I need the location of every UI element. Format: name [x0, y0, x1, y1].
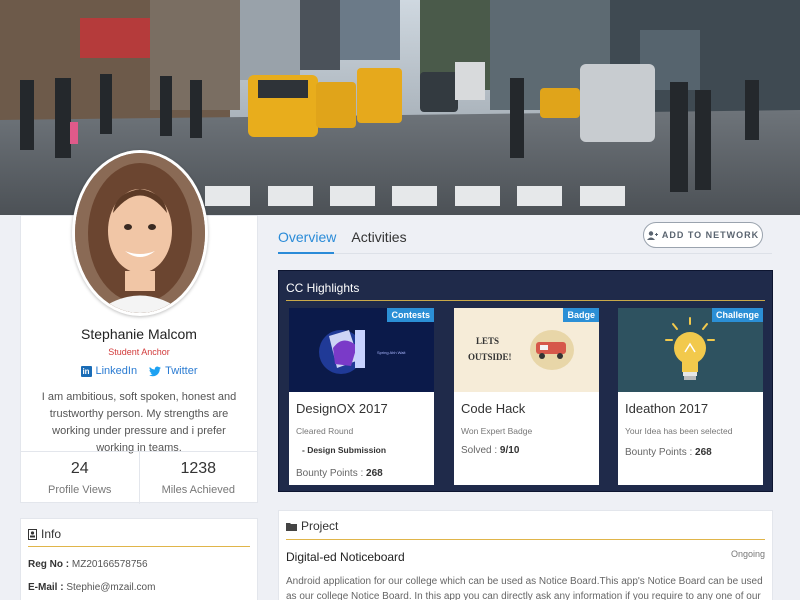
profile-role: Student Anchor — [108, 347, 170, 357]
stat-profile-views: 24 Profile Views — [21, 452, 139, 504]
highlight-name: Code Hack — [461, 401, 526, 416]
profile-bio: I am ambitious, soft spoken, honest and … — [41, 391, 237, 454]
email-row: E-Mail : Stephie@mzail.com — [28, 582, 250, 593]
stat-label: Profile Views — [48, 484, 112, 496]
add-to-network-button[interactable]: ADD TO NETWORK — [643, 222, 763, 248]
stat-label: Miles Achieved — [161, 484, 235, 496]
project-title-text: Project — [301, 519, 339, 533]
highlight-score: Bounty Points : 268 — [296, 468, 383, 479]
contest-thumbnail: Spring Ahh Wait Contests — [289, 308, 434, 392]
id-card-icon — [28, 528, 37, 540]
score-value: 9/10 — [499, 445, 520, 456]
svg-text:OUTSIDE!: OUTSIDE! — [468, 352, 512, 362]
badge-thumbnail: LETS OUTSIDE! Badge — [454, 308, 599, 392]
twitter-icon — [149, 365, 162, 376]
twitter-link[interactable]: Twitter — [149, 365, 198, 377]
linkedin-link[interactable]: in LinkedIn — [80, 365, 138, 377]
highlight-card-badge[interactable]: LETS OUTSIDE! Badge Code Hack Won Expert… — [454, 308, 599, 485]
stat-value: 24 — [70, 460, 89, 477]
project-description: Android application for our college whic… — [286, 576, 763, 600]
highlight-name: Ideathon 2017 — [625, 401, 709, 416]
score-label: Bounty Points : — [625, 447, 693, 458]
twitter-label: Twitter — [165, 365, 198, 377]
avatar — [72, 150, 208, 316]
info-title-text: Info — [41, 527, 62, 541]
score-value: 268 — [695, 447, 712, 458]
folder-icon — [286, 522, 297, 531]
profile-tabs: Overview Activities — [278, 229, 407, 249]
profile-stats: 24 Profile Views 1238 Miles Achieved — [21, 451, 257, 504]
linkedin-icon: in — [80, 365, 92, 377]
contests-badge: Contests — [387, 308, 434, 322]
highlight-card-contest[interactable]: Spring Ahh Wait Contests DesignOX 2017 C… — [289, 308, 434, 485]
tab-overview[interactable]: Overview — [278, 229, 336, 249]
highlight-score: Bounty Points : 268 — [625, 447, 712, 458]
highlight-name: DesignOX 2017 — [296, 401, 388, 416]
reg-no-label: Reg No : — [28, 559, 70, 570]
project-status: Ongoing — [730, 549, 765, 559]
highlight-card-challenge[interactable]: Challenge Ideathon 2017 Your Idea has be… — [618, 308, 763, 485]
user-plus-icon — [646, 230, 658, 240]
email-label: E-Mail : — [28, 582, 64, 593]
highlight-score: Solved : 9/10 — [461, 445, 519, 456]
stat-miles-achieved: 1238 Miles Achieved — [138, 452, 258, 504]
highlight-extra: - Design Submission — [302, 445, 387, 455]
highlights-divider — [286, 300, 765, 301]
highlight-sub: Won Expert Badge — [461, 426, 533, 436]
highlight-sub: Your Idea has been selected — [625, 426, 733, 436]
reg-no-value: MZ20166578756 — [71, 559, 148, 570]
challenge-thumbnail: Challenge — [618, 308, 763, 392]
social-links: in LinkedIn Twitter — [21, 365, 257, 377]
badge-badge: Badge — [563, 308, 599, 322]
highlights-title: CC Highlights — [286, 281, 360, 295]
active-tab-indicator — [278, 252, 334, 254]
project-title: Project — [286, 519, 765, 540]
info-title: Info — [28, 527, 250, 547]
project-name[interactable]: Digital-ed Noticeboard — [286, 550, 405, 564]
svg-text:LETS: LETS — [476, 336, 499, 346]
tabs-divider — [278, 253, 772, 254]
tab-activities[interactable]: Activities — [351, 229, 406, 249]
score-label: Solved : — [461, 445, 498, 456]
challenge-badge: Challenge — [711, 308, 763, 322]
score-label: Bounty Points : — [296, 468, 364, 479]
reg-no-row: Reg No : MZ20166578756 — [28, 559, 250, 570]
add-to-network-label: ADD TO NETWORK — [661, 230, 760, 240]
linkedin-label: LinkedIn — [95, 365, 138, 377]
stat-value: 1238 — [180, 460, 217, 477]
highlight-sub: Cleared Round — [296, 426, 354, 436]
profile-name: Stephanie Malcom — [81, 326, 197, 342]
score-value: 268 — [366, 468, 383, 479]
info-card: Info Reg No : MZ20166578756 E-Mail : Ste… — [20, 518, 258, 600]
svg-text:Spring Ahh Wait: Spring Ahh Wait — [377, 350, 406, 355]
cc-highlights-panel: CC Highlights Spring Ahh Wait Contests D… — [278, 270, 773, 492]
email-value: Stephie@mzail.com — [66, 582, 156, 593]
project-card: Project Digital-ed Noticeboard Ongoing A… — [278, 510, 773, 600]
